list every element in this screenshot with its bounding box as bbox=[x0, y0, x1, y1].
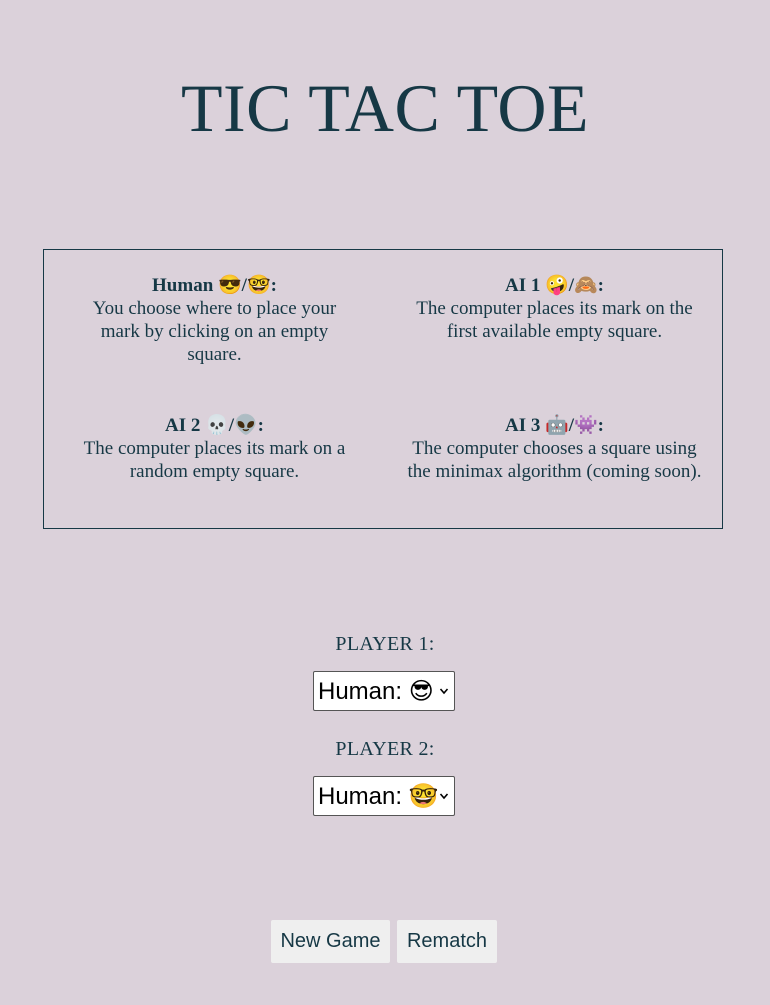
chevron-down-icon bbox=[439, 688, 449, 695]
legend-item-human: Human 😎/🤓: You choose where to place you… bbox=[72, 274, 357, 366]
player-1-label: PLAYER 1: bbox=[335, 633, 435, 655]
player-2-select[interactable]: Human: 🤓 bbox=[313, 776, 455, 816]
legend-item-ai-3: AI 3 🤖/👾: The computer chooses a square … bbox=[402, 414, 707, 483]
legend-item-description: The computer places its mark on the firs… bbox=[416, 298, 693, 342]
legend-item-description: You choose where to place your mark by c… bbox=[92, 298, 337, 365]
legend-item-name: AI 2 💀/👽: bbox=[164, 415, 265, 436]
legend-item-name: AI 1 🤪/🙈: bbox=[504, 275, 605, 296]
legend-item-name: Human 😎/🤓: bbox=[152, 275, 277, 296]
player-1-selected-value: Human: 😎 bbox=[318, 678, 434, 705]
player-2-selected-value: Human: 🤓 bbox=[318, 783, 439, 810]
rematch-button[interactable]: Rematch bbox=[397, 920, 497, 963]
legend-item-description: The computer chooses a square using the … bbox=[407, 438, 702, 482]
player-1-select[interactable]: Human: 😎 bbox=[313, 671, 455, 711]
player-2-label: PLAYER 2: bbox=[335, 738, 435, 760]
legend-item-ai-1: AI 1 🤪/🙈: The computer places its mark o… bbox=[402, 274, 707, 343]
chevron-down-icon bbox=[439, 793, 449, 800]
page-title: TIC TAC TOE bbox=[180, 70, 590, 146]
legend-item-ai-2: AI 2 💀/👽: The computer places its mark o… bbox=[72, 414, 357, 483]
new-game-button[interactable]: New Game bbox=[271, 920, 390, 963]
legend-item-name: AI 3 🤖/👾: bbox=[504, 415, 605, 436]
player-types-legend: Human 😎/🤓: You choose where to place you… bbox=[43, 249, 723, 529]
legend-item-description: The computer places its mark on a random… bbox=[83, 438, 346, 482]
